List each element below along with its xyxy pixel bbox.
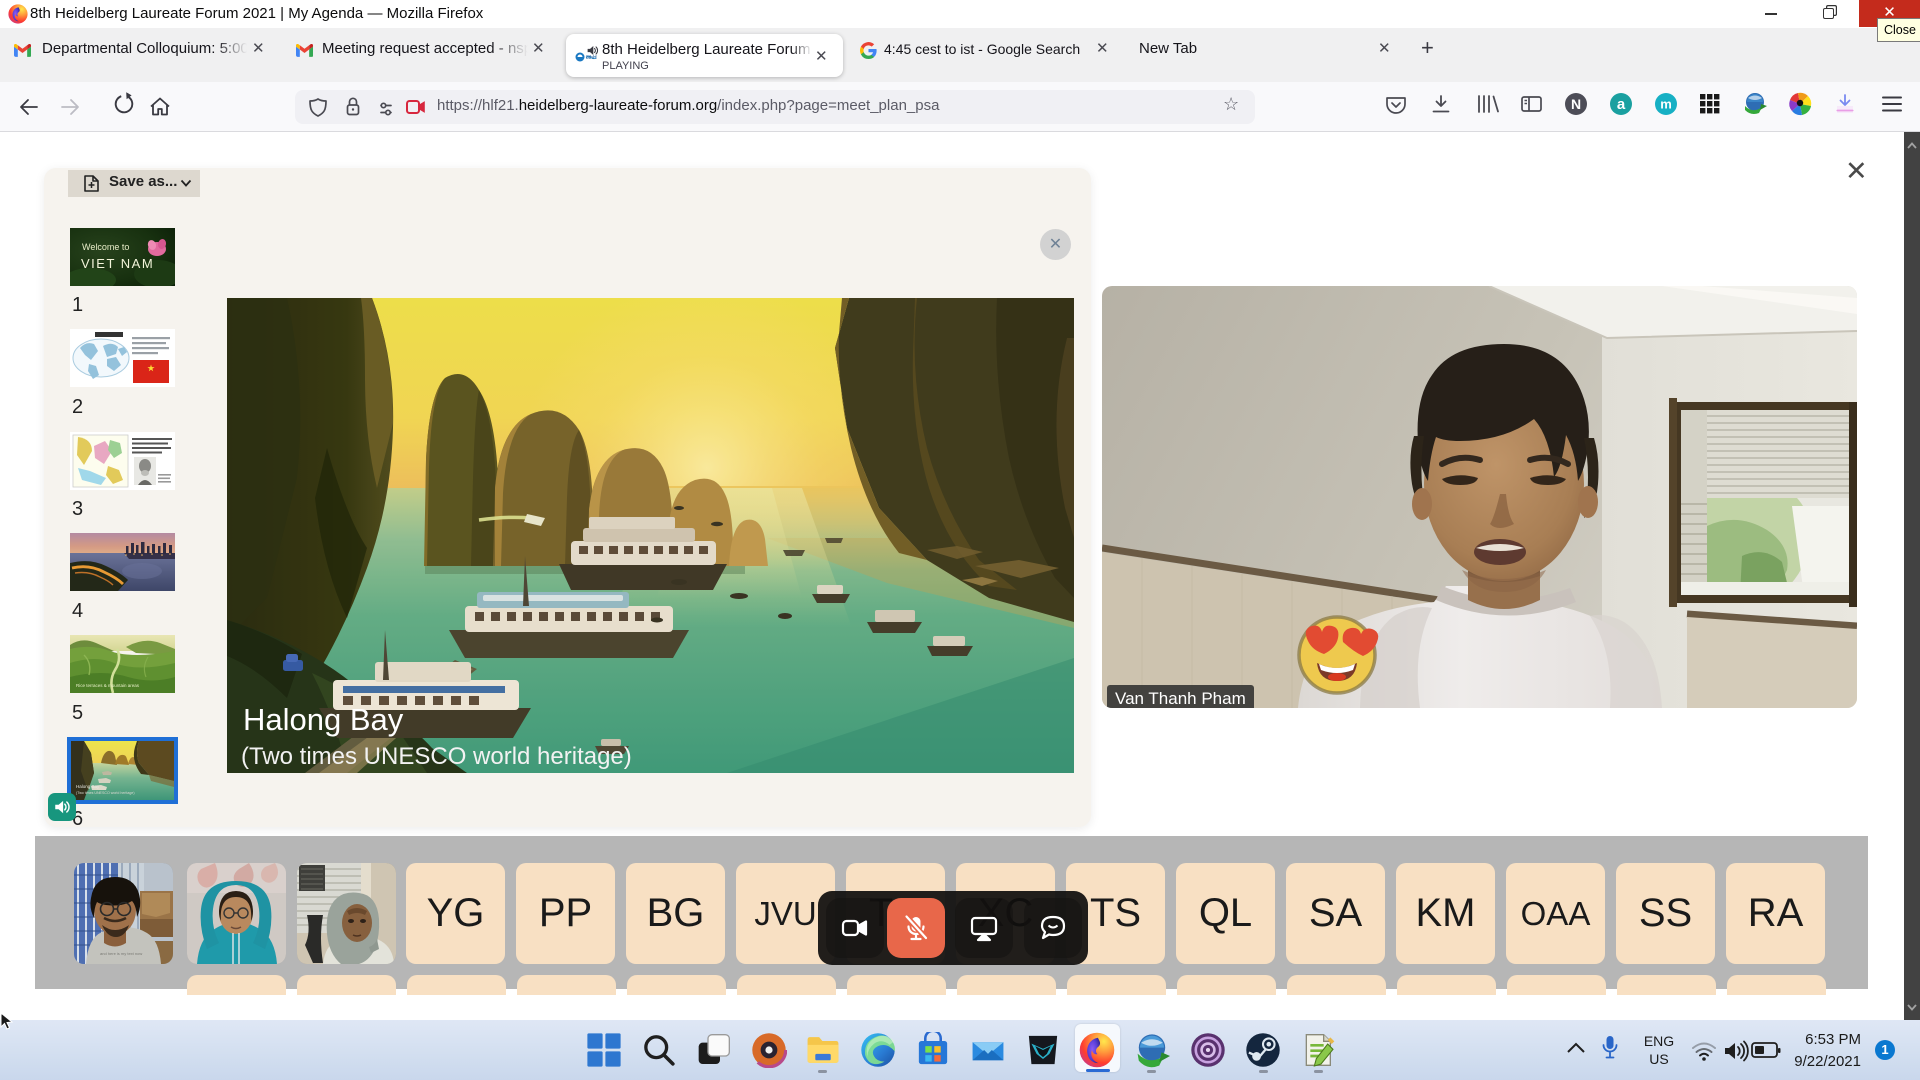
svg-text:(Two times UNESCO world herita: (Two times UNESCO world heritage) xyxy=(241,743,632,770)
svg-text:and here is my text now: and here is my text now xyxy=(100,951,142,956)
svg-text:Halong Bay: Halong Bay xyxy=(243,702,404,737)
svg-text:m: m xyxy=(1660,97,1672,112)
svg-text:Rice terraces & mountain areas: Rice terraces & mountain areas xyxy=(76,683,140,688)
svg-text:a: a xyxy=(1617,96,1626,113)
svg-text:N: N xyxy=(1571,96,1581,112)
svg-text:VIET NAM: VIET NAM xyxy=(81,256,154,271)
svg-text:Halong Bay: Halong Bay xyxy=(76,784,100,789)
svg-text:(Two times UNESCO world herita: (Two times UNESCO world heritage) xyxy=(76,791,135,795)
svg-text:Welcome to: Welcome to xyxy=(82,242,129,252)
